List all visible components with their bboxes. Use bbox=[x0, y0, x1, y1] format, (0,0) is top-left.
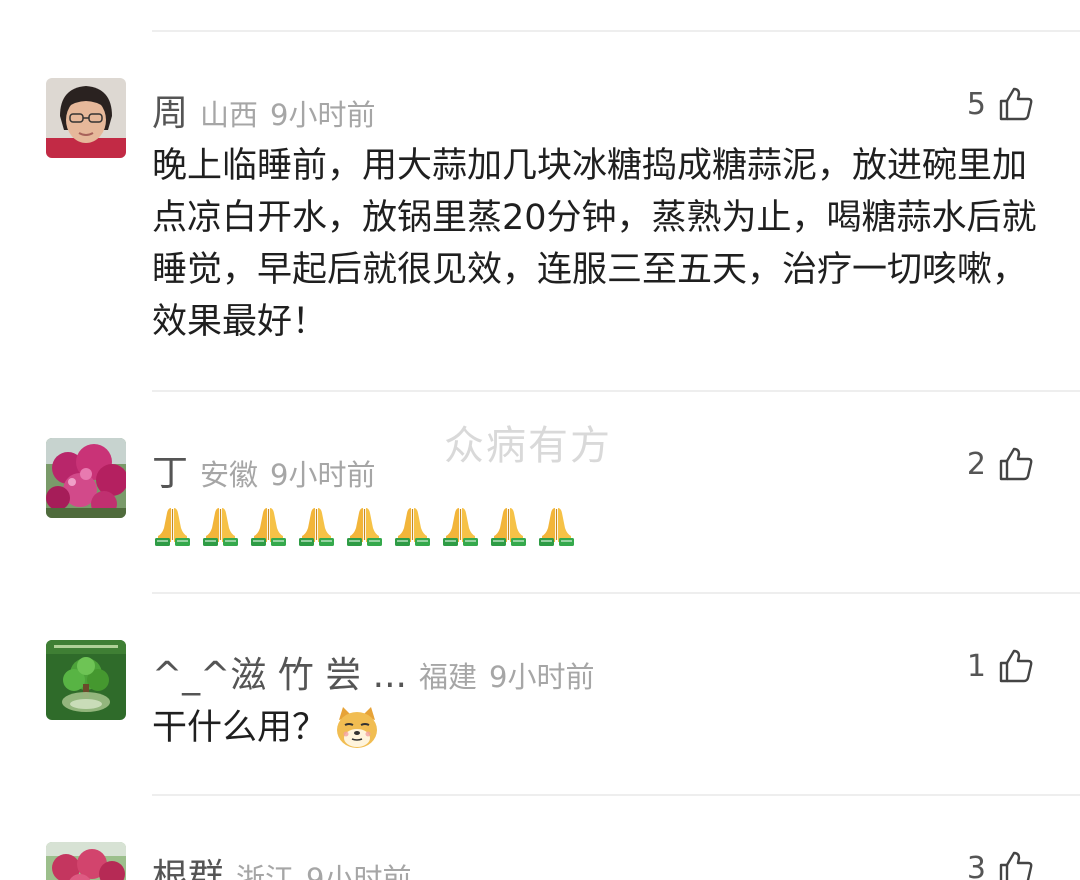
avatar[interactable] bbox=[46, 78, 126, 158]
like-button[interactable]: 2 bbox=[967, 446, 1034, 482]
emoji-row bbox=[152, 504, 1044, 548]
like-button[interactable]: 1 bbox=[967, 648, 1034, 684]
folded-hands-icon bbox=[491, 508, 526, 546]
comment-meta: 周 山西 9小时前 bbox=[152, 84, 387, 136]
comments-page: 周 山西 9小时前 5 晚上临睡前，用大蒜加几块冰糖捣成糖蒜泥，放进碗里加点凉白… bbox=[0, 0, 1080, 880]
comment-meta: ^_^滋 竹 尝 ... 福建 9小时前 bbox=[152, 646, 606, 698]
thumbs-up-icon bbox=[999, 649, 1033, 683]
divider bbox=[152, 592, 1080, 594]
watermark: 众病有方 bbox=[444, 423, 612, 469]
folded-hands-icon bbox=[347, 508, 382, 546]
like-button[interactable]: 5 bbox=[967, 86, 1034, 122]
comment-meta: 根群 浙江 9小时前 bbox=[152, 848, 423, 880]
folded-hands-icon bbox=[251, 508, 286, 546]
author-location: 山西 bbox=[200, 98, 259, 132]
like-count: 2 bbox=[966, 446, 986, 482]
like-count: 5 bbox=[966, 86, 986, 122]
comment-time: 9小时前 bbox=[270, 458, 376, 492]
folded-hands-icon bbox=[395, 508, 430, 546]
author-name[interactable]: ^_^滋 竹 尝 ... bbox=[152, 646, 407, 698]
thumbs-up-icon bbox=[999, 87, 1033, 121]
folded-hands-icon bbox=[443, 508, 478, 546]
author-name[interactable]: 根群 bbox=[152, 848, 224, 880]
folded-hands-icon bbox=[203, 508, 238, 546]
like-count: 1 bbox=[966, 648, 986, 684]
comment-time: 9小时前 bbox=[270, 98, 376, 132]
comment-body: 干什么用？ bbox=[152, 702, 1044, 754]
like-count: 3 bbox=[966, 850, 986, 880]
folded-hands-icon bbox=[299, 508, 334, 546]
comment-text: 干什么用？ bbox=[152, 708, 328, 748]
comment-time: 9小时前 bbox=[306, 862, 412, 880]
doge-icon bbox=[337, 707, 378, 748]
author-name[interactable]: 丁 bbox=[152, 444, 188, 496]
like-button[interactable]: 3 bbox=[967, 850, 1034, 880]
divider bbox=[152, 30, 1080, 32]
comment-emoji-body bbox=[152, 504, 1044, 548]
comment-time: 9小时前 bbox=[489, 660, 595, 694]
divider bbox=[152, 794, 1080, 796]
author-location: 福建 bbox=[419, 660, 478, 694]
avatar[interactable] bbox=[46, 438, 126, 518]
thumbs-up-icon bbox=[999, 851, 1033, 880]
author-location: 浙江 bbox=[236, 862, 295, 880]
author-name[interactable]: 周 bbox=[152, 84, 188, 136]
author-location: 安徽 bbox=[200, 458, 259, 492]
folded-hands-icon bbox=[539, 508, 574, 546]
divider bbox=[152, 390, 1080, 392]
folded-hands-icon bbox=[155, 508, 190, 546]
avatar[interactable] bbox=[46, 640, 126, 720]
thumbs-up-icon bbox=[999, 447, 1033, 481]
comment-text: 晚上临睡前，用大蒜加几块冰糖捣成糖蒜泥，放进碗里加点凉白开水，放锅里蒸20分钟，… bbox=[152, 146, 1037, 342]
avatar[interactable] bbox=[46, 842, 126, 880]
comment-meta: 丁 安徽 9小时前 bbox=[152, 444, 387, 496]
